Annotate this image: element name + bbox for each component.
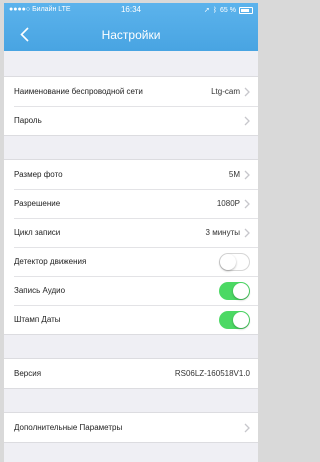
version-row: Версия RS06LZ-160518V1.0 [4, 359, 258, 388]
chevron-right-icon [244, 116, 250, 125]
resolution-row[interactable]: Разрешение 1080P [4, 189, 258, 218]
ssid-value: Ltg-cam [211, 87, 240, 96]
photo-size-row[interactable]: Размер фото 5M [4, 160, 258, 189]
advanced-group: Дополнительные Параметры [4, 412, 258, 443]
advanced-settings-row[interactable]: Дополнительные Параметры [4, 413, 258, 442]
resolution-value: 1080P [216, 199, 240, 208]
version-label: Версия [14, 369, 42, 378]
ssid-label: Наименование беспроводной сети [14, 87, 143, 96]
nav-header: ●●●●○ Билайн LTE 16:34 ➚ ᛒ 65 % Настройк… [4, 3, 258, 51]
status-right: ➚ ᛒ 65 % [204, 6, 253, 14]
audio-recording-toggle[interactable] [219, 281, 250, 300]
date-stamp-label: Штамп Даты [14, 315, 61, 324]
chevron-right-icon [244, 423, 250, 432]
motion-detector-row: Детектор движения [4, 247, 258, 276]
audio-recording-row: Запись Аудио [4, 276, 258, 305]
loop-recording-row[interactable]: Цикл записи 3 минуты [4, 218, 258, 247]
photo-size-value: 5M [228, 170, 240, 179]
chevron-right-icon [244, 170, 250, 179]
motion-detector-label: Детектор движения [14, 257, 87, 266]
chevron-right-icon [244, 199, 250, 208]
date-stamp-row: Штамп Даты [4, 305, 258, 334]
status-bar: ●●●●○ Билайн LTE 16:34 ➚ ᛒ 65 % [4, 3, 258, 17]
page-title: Настройки [101, 28, 161, 42]
battery-percent: 65 % [220, 6, 236, 14]
camera-group: Размер фото 5M Разрешение 1080P Цикл зап… [4, 159, 258, 335]
advanced-settings-label: Дополнительные Параметры [14, 423, 123, 432]
ssid-row[interactable]: Наименование беспроводной сети Ltg-cam [4, 77, 258, 106]
audio-recording-label: Запись Аудио [14, 286, 66, 295]
photo-size-label: Размер фото [14, 170, 63, 179]
version-value: RS06LZ-160518V1.0 [174, 369, 250, 378]
settings-list: Наименование беспроводной сети Ltg-cam П… [4, 51, 258, 443]
resolution-label: Разрешение [14, 199, 61, 208]
chevron-right-icon [244, 87, 250, 96]
password-row[interactable]: Пароль [4, 106, 258, 135]
phone-screen: ●●●●○ Билайн LTE 16:34 ➚ ᛒ 65 % Настройк… [4, 3, 258, 462]
battery-icon [239, 6, 253, 14]
bluetooth-icon: ᛒ [212, 6, 218, 14]
loop-recording-value: 3 минуты [205, 228, 240, 237]
password-label: Пароль [14, 116, 42, 125]
motion-detector-toggle[interactable] [219, 252, 250, 271]
network-group: Наименование беспроводной сети Ltg-cam П… [4, 76, 258, 136]
date-stamp-toggle[interactable] [219, 310, 250, 329]
loop-recording-label: Цикл записи [14, 228, 61, 237]
chevron-right-icon [244, 228, 250, 237]
location-icon: ➚ [203, 7, 210, 14]
version-group: Версия RS06LZ-160518V1.0 [4, 358, 258, 389]
